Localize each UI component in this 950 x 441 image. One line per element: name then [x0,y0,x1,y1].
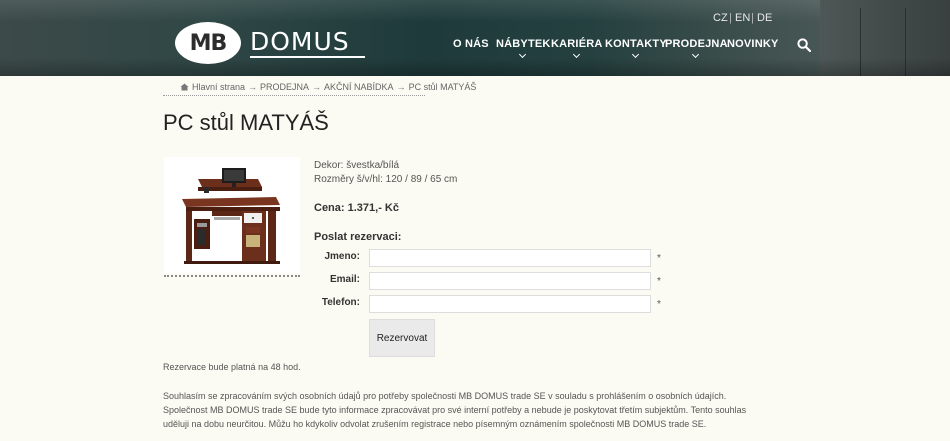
nav-novinky[interactable]: NOVINKY [727,38,779,50]
logo-mark-text: MB [189,30,228,56]
required-mark: * [657,276,661,287]
consent-text-line: uděluji na dobu neurčitou. Můžu ho kdyko… [163,419,707,429]
product-photo[interactable] [164,157,300,273]
chevron-down-icon [631,50,639,59]
lang-separator: | [729,12,732,24]
logo-text[interactable]: DOMUS [250,27,350,56]
desk-illustration [182,168,280,264]
nav-kariera[interactable]: KARIÉRA [551,38,603,59]
required-mark: * [657,253,661,264]
arrow-right-icon: → [248,82,258,92]
product-dimensions: Rozměry š/v/hl: 120 / 89 / 65 cm [314,174,458,185]
reserve-button[interactable]: Rezervovat [369,319,435,357]
photo-divider [164,275,300,277]
page-title: PC stůl MATYÁŠ [163,110,329,135]
logo-mark[interactable]: MB [175,22,241,64]
lang-en[interactable]: EN [735,12,750,24]
product-decor: Dekor: švestka/bílá [314,160,400,171]
nav-o-nas[interactable]: O NÁS [453,38,489,50]
phone-input[interactable] [369,295,651,313]
breadcrumb: Hlavní strana → PRODEJNA → AKČNÍ NABÍDKA → PC … [180,82,476,92]
search-icon[interactable] [797,38,811,52]
nav-label: NOVINKY [727,38,779,50]
nav-label: NÁBYTEK [496,38,551,50]
header-background-floor [0,58,950,76]
arrow-right-icon: → [312,82,322,92]
header-background-ceiling [0,0,950,22]
nav-prodejna[interactable]: PRODEJNA [665,38,728,59]
home-icon[interactable] [180,83,189,91]
nav-label: O NÁS [453,38,489,50]
nav-label: KONTAKTY [605,38,667,50]
lang-cz[interactable]: CZ [713,12,728,24]
arrow-right-icon: → [396,82,406,92]
consent-text-line: Souhlasím se zpracováním svých osobních … [163,391,727,401]
breadcrumb-home[interactable]: Hlavní strana [192,82,245,92]
lang-de[interactable]: DE [757,12,772,24]
chevron-down-icon [572,50,580,59]
breadcrumb-prodejna[interactable]: PRODEJNA [260,82,309,92]
nav-nabytek[interactable]: NÁBYTEK [496,38,551,59]
consent-text-line: Společnost MB DOMUS trade SE bude tyto i… [163,405,747,415]
name-input[interactable] [369,249,651,267]
breadcrumb-current: PC stůl MATYÁŠ [408,82,477,92]
nav-label: PRODEJNA [665,38,728,50]
site-header: MB DOMUS CZ | EN | DE O NÁS NÁBYTEK KARI… [0,0,950,76]
reservation-heading: Poslat rezervaci: [314,231,402,243]
chevron-down-icon [692,50,700,59]
breadcrumb-akcni-nabidka[interactable]: AKČNÍ NABÍDKA [324,82,394,92]
product-price: Cena: 1.371,- Kč [314,202,399,214]
email-input[interactable] [369,272,651,290]
chevron-down-icon [519,50,527,59]
name-label: Jmeno: [324,251,360,262]
reservation-note: Rezervace bude platná na 48 hod. [163,362,301,372]
phone-label: Telefon: [321,297,360,308]
nav-label: KARIÉRA [551,38,603,50]
breadcrumb-divider [163,95,425,96]
nav-kontakty[interactable]: KONTAKTY [605,38,667,59]
lang-separator: | [751,12,754,24]
logo-underline [250,56,365,58]
email-label: Email: [329,274,360,285]
required-mark: * [657,299,661,310]
